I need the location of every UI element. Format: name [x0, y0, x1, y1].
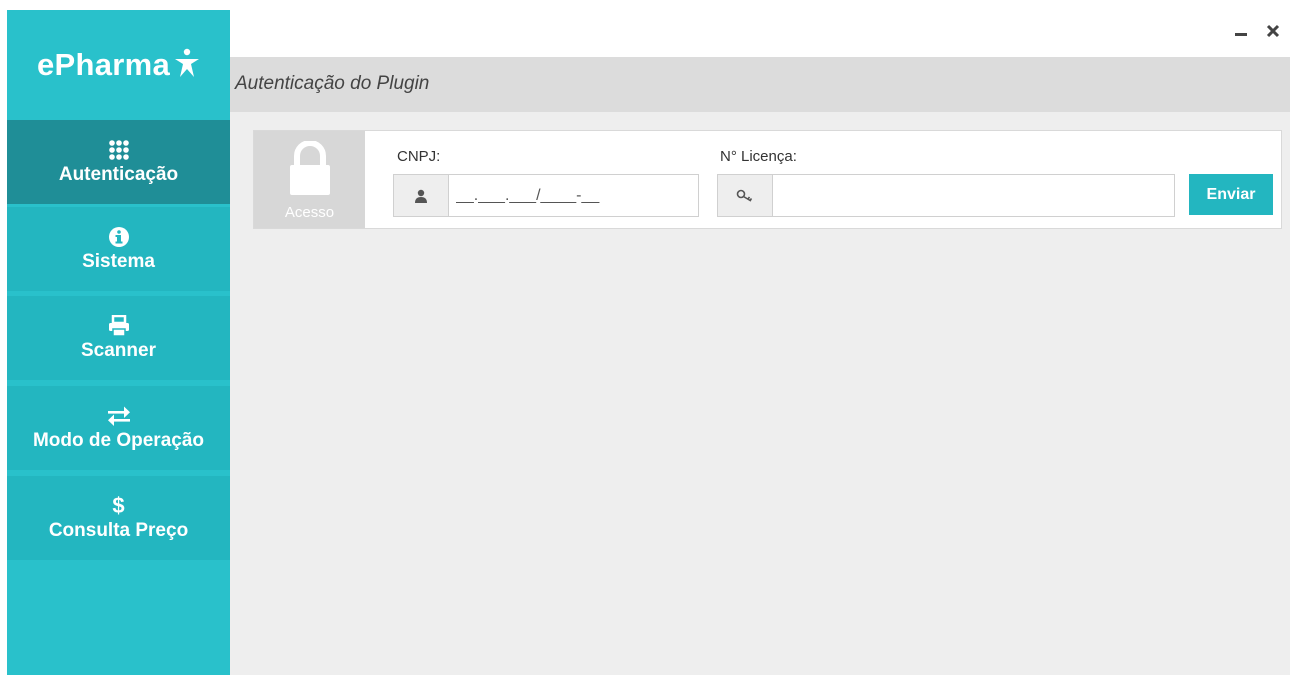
lock-box: Acesso	[254, 131, 365, 228]
license-addon	[718, 175, 773, 216]
grid-icon	[108, 138, 130, 162]
cnpj-input-group	[393, 174, 699, 217]
minimize-button[interactable]	[1230, 20, 1252, 42]
sidebar-item-modo-operacao[interactable]: Modo de Operação	[7, 386, 230, 470]
sidebar-item-label: Scanner	[81, 340, 156, 361]
send-button[interactable]: Enviar	[1189, 174, 1273, 215]
page-header: Autenticação do Plugin	[230, 57, 1290, 112]
license-input-group	[717, 174, 1175, 217]
main-area: Autenticação do Plugin Acesso CNPJ: __._…	[230, 10, 1290, 675]
auth-panel: Acesso CNPJ: N° Licença:	[253, 130, 1282, 229]
logo: ePharma	[7, 10, 230, 120]
close-icon	[1266, 24, 1280, 38]
window-titlebar	[230, 10, 1290, 57]
sidebar-item-label: Consulta Preço	[48, 520, 189, 541]
cnpj-input[interactable]	[450, 175, 690, 216]
lock-label: Acesso	[284, 204, 335, 221]
exchange-icon	[107, 404, 131, 428]
sidebar-item-scanner[interactable]: Scanner	[7, 296, 230, 380]
cnpj-label: CNPJ:	[397, 148, 441, 165]
key-icon	[736, 189, 753, 202]
sidebar: ePharma Autenticação Sistema Scanner Mod…	[7, 10, 230, 675]
sidebar-item-label: Modo de Operação	[32, 430, 205, 451]
lock-icon	[290, 141, 330, 195]
printer-icon	[108, 314, 130, 338]
sidebar-item-consulta-preco[interactable]: $ Consulta Preço	[7, 476, 230, 560]
close-button[interactable]	[1262, 20, 1284, 42]
dollar-icon: $	[112, 493, 125, 518]
license-label: N° Licença:	[720, 148, 797, 165]
cnpj-addon	[394, 175, 449, 216]
user-icon	[415, 189, 427, 203]
minimize-icon	[1235, 33, 1247, 36]
page-title: Autenticação do Plugin	[235, 73, 430, 94]
logo-text: ePharma	[36, 47, 171, 82]
star-person-icon	[175, 48, 200, 77]
license-input[interactable]	[774, 175, 1164, 216]
app-window: ePharma Autenticação Sistema Scanner Mod…	[7, 10, 1290, 675]
sidebar-item-autenticacao[interactable]: Autenticação	[7, 120, 230, 204]
sidebar-item-label: Sistema	[82, 251, 155, 272]
sidebar-item-label: Autenticação	[58, 164, 179, 185]
sidebar-item-sistema[interactable]: Sistema	[7, 207, 230, 291]
info-icon	[108, 225, 130, 249]
